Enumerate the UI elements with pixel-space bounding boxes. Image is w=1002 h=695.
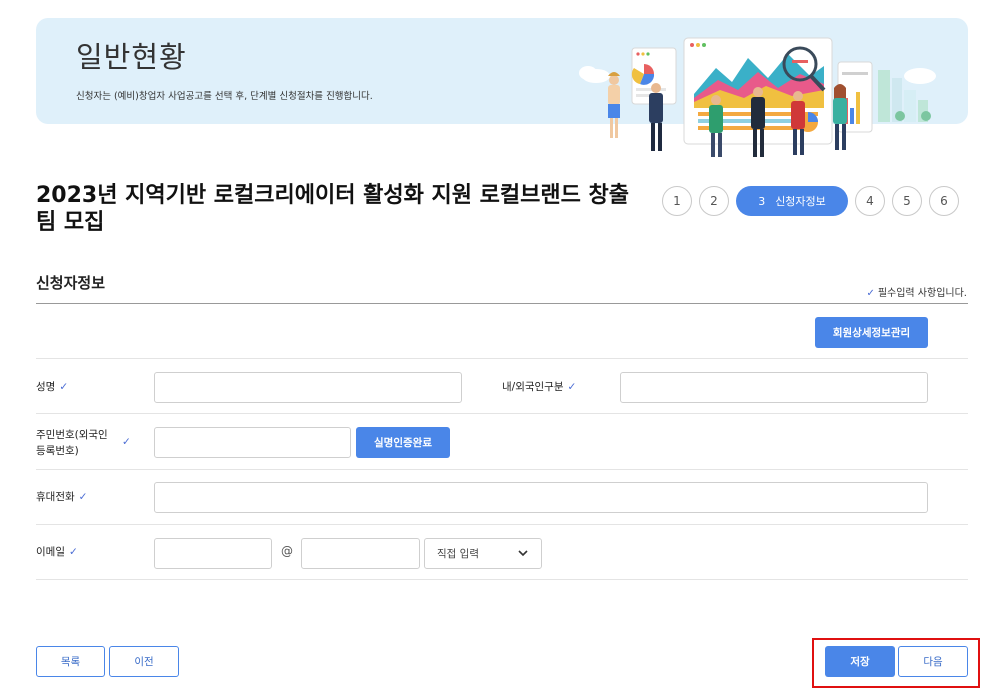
rrn-label-line2: 등록번호)	[36, 445, 79, 457]
required-check-icon: ✓	[68, 546, 78, 558]
step-number: 3	[758, 194, 766, 208]
nationality-label-text: 내/외국인구분	[502, 381, 564, 393]
row-divider	[36, 469, 968, 470]
rrn-label-line1: 주민번호(외국인	[36, 429, 108, 441]
required-note: ✓ 필수입력 사항입니다.	[866, 284, 967, 299]
rrn-required-check: ✓	[118, 434, 131, 450]
step-number: 5	[903, 194, 911, 208]
business-people-illustration	[579, 37, 936, 157]
next-button[interactable]: 다음	[898, 646, 968, 677]
email-domain-input[interactable]	[301, 538, 420, 569]
step-4: 4	[855, 186, 885, 216]
email-domain-select-value: 직접 입력	[437, 548, 479, 560]
required-check-icon: ✓	[78, 491, 88, 503]
section-title: 신청자정보	[36, 274, 106, 292]
step-6: 6	[929, 186, 959, 216]
prev-button[interactable]: 이전	[109, 646, 179, 677]
real-name-cert-button[interactable]: 실명인증완료	[356, 427, 450, 458]
row-divider	[36, 579, 968, 580]
rrn-input[interactable]	[154, 427, 351, 458]
phone-label-text: 휴대전화	[36, 491, 75, 503]
page-title: 2023년 지역기반 로컬크리에이터 활성화 지원 로컬브랜드 창출 팀 모집	[36, 183, 629, 235]
row-divider	[36, 413, 968, 414]
step-number: 6	[940, 194, 948, 208]
step-2: 2	[699, 186, 729, 216]
required-check-icon: ✓	[122, 436, 131, 448]
email-label-text: 이메일	[36, 546, 65, 558]
chevron-down-icon	[518, 550, 528, 557]
email-local-input[interactable]	[154, 538, 272, 569]
required-note-text: 필수입력 사항입니다.	[877, 288, 967, 299]
section-divider	[36, 303, 968, 304]
email-label: 이메일 ✓	[36, 544, 78, 560]
email-domain-select[interactable]: 직접 입력	[424, 538, 542, 569]
name-input[interactable]	[154, 372, 462, 403]
list-button[interactable]: 목록	[36, 646, 105, 677]
save-button[interactable]: 저장	[825, 646, 895, 677]
nationality-input[interactable]	[620, 372, 928, 403]
step-number: 4	[866, 194, 874, 208]
nationality-label: 내/외국인구분 ✓	[502, 379, 576, 395]
name-label-text: 성명	[36, 381, 56, 393]
name-label: 성명 ✓	[36, 379, 68, 395]
step-label: 신청자정보	[775, 195, 826, 208]
step-number: 2	[710, 194, 718, 208]
email-at-sign: @	[281, 544, 293, 558]
row-divider	[36, 358, 968, 359]
phone-label: 휴대전화 ✓	[36, 489, 87, 505]
banner-subtitle: 신청자는 (예비)창업자 사업공고를 선택 후, 단계별 신청절차를 진행합니다…	[76, 91, 373, 102]
required-check-icon: ✓	[59, 381, 69, 393]
step-number: 1	[673, 194, 681, 208]
phone-input[interactable]	[154, 482, 928, 513]
member-detail-button[interactable]: 회원상세정보관리	[815, 317, 928, 348]
step-3-current: 3 신청자정보	[736, 186, 848, 216]
row-divider	[36, 524, 968, 525]
check-icon: ✓	[866, 288, 875, 299]
banner-title: 일반현황	[76, 40, 187, 74]
step-5: 5	[892, 186, 922, 216]
required-check-icon: ✓	[567, 381, 577, 393]
step-1: 1	[662, 186, 692, 216]
step-indicator: 1 2 3 신청자정보 4 5 6	[662, 186, 959, 216]
rrn-label: 주민번호(외국인 등록번호)	[36, 427, 116, 459]
